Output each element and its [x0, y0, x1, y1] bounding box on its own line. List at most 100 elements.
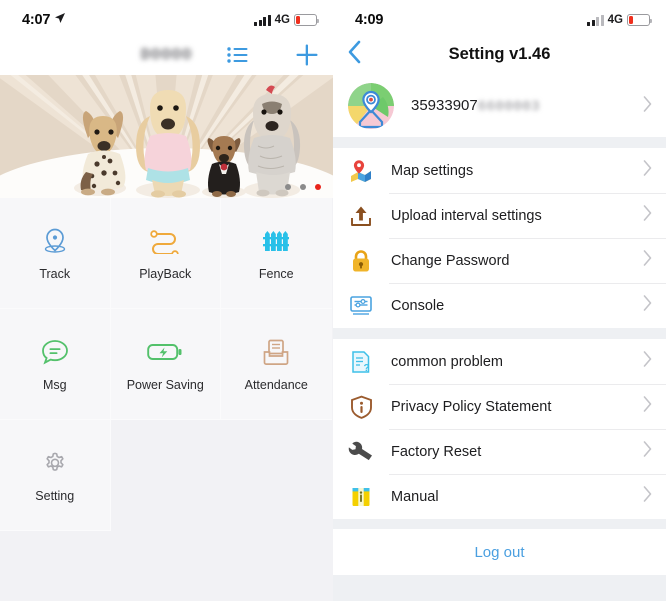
- settings-item-console[interactable]: Console: [333, 283, 666, 328]
- settings-item-label: Privacy Policy Statement: [391, 398, 552, 415]
- navbar-actions: [227, 43, 319, 67]
- status-bar-right-group: 4G: [254, 14, 320, 26]
- battery-low-icon: [627, 14, 653, 26]
- tile-fence[interactable]: Fence: [221, 198, 332, 309]
- settings-item-privacy-policy[interactable]: Privacy Policy Statement: [333, 384, 666, 429]
- settings-item-label: Change Password: [391, 252, 510, 269]
- device-id: 35933907 6600003: [411, 97, 643, 115]
- chat-bubble-icon: [40, 337, 70, 367]
- grid-empty-cell: [221, 420, 332, 531]
- status-bar-left-group: 4:07: [22, 11, 66, 29]
- app-map-pin-avatar: [348, 83, 394, 129]
- device-profile-row[interactable]: 35933907 6600003: [333, 75, 666, 137]
- tile-label: Setting: [35, 488, 75, 503]
- status-bar-right: 4:09 4G: [333, 0, 666, 34]
- status-time: 4:09: [355, 12, 384, 28]
- tile-label: PlayBack: [139, 266, 192, 281]
- feature-grid: Track PlayBack Fence Msg Power Saving At…: [0, 198, 333, 531]
- map-pin-settings-icon: [348, 158, 374, 184]
- carousel-dot-1[interactable]: [285, 184, 291, 190]
- tile-msg[interactable]: Msg: [0, 309, 111, 420]
- cellular-bars-icon: [254, 14, 271, 26]
- settings-item-common-problem[interactable]: ? common problem: [333, 339, 666, 384]
- chevron-right-icon: [643, 160, 652, 181]
- settings-group-2: ? common problem Privacy Policy Statemen…: [333, 339, 666, 519]
- gear-icon: [41, 448, 69, 478]
- manual-book-icon: [348, 484, 374, 510]
- status-bar-left: 4:07 4G: [0, 0, 333, 34]
- tile-track[interactable]: Track: [0, 198, 111, 309]
- settings-item-map-settings[interactable]: Map settings: [333, 148, 666, 193]
- upload-icon: [348, 203, 374, 229]
- device-id-redacted: 6600003: [477, 99, 541, 115]
- tile-attendance[interactable]: Attendance: [221, 309, 332, 420]
- status-bar-right-group: 4G: [587, 14, 653, 26]
- tile-label: Attendance: [244, 377, 308, 392]
- settings-item-change-password[interactable]: Change Password: [333, 238, 666, 283]
- cellular-bars-icon: [587, 14, 604, 26]
- tile-label: Track: [39, 266, 71, 281]
- settings-item-upload-interval[interactable]: Upload interval settings: [333, 193, 666, 238]
- document-tray-icon: [262, 337, 290, 367]
- fence-icon: [262, 226, 290, 256]
- faq-document-icon: ?: [348, 349, 374, 375]
- settings-screen: 4:09 4G Setting v1.46 35933907 6600003 M…: [333, 0, 666, 601]
- status-bar-left-group: 4:09: [355, 12, 383, 28]
- device-id-visible: 35933907: [411, 97, 478, 114]
- chevron-right-icon: [643, 486, 652, 507]
- settings-item-label: Console: [391, 297, 445, 314]
- profile-card: 35933907 6600003: [333, 75, 666, 137]
- chevron-right-icon: [643, 205, 652, 226]
- tile-label: Power Saving: [126, 377, 204, 392]
- chevron-right-icon: [643, 250, 652, 271]
- status-time: 4:07: [22, 12, 51, 28]
- chevron-right-icon: [643, 295, 652, 316]
- settings-item-label: common problem: [391, 353, 504, 370]
- battery-bolt-icon: [147, 337, 183, 367]
- map-pin-icon: [40, 226, 70, 256]
- svg-text:?: ?: [364, 363, 370, 374]
- plus-icon[interactable]: [295, 43, 319, 67]
- network-type-label: 4G: [274, 14, 290, 26]
- tile-label: Msg: [42, 377, 67, 392]
- settings-group-1: Map settings Upload interval settings Ch…: [333, 148, 666, 328]
- location-arrow-icon: [54, 11, 66, 29]
- tile-power-saving[interactable]: Power Saving: [110, 309, 221, 420]
- battery-low-icon: [294, 14, 320, 26]
- banner-dogs-photo: [74, 85, 301, 198]
- settings-item-factory-reset[interactable]: Factory Reset: [333, 429, 666, 474]
- log-out-button[interactable]: Log out: [333, 529, 666, 575]
- settings-item-label: Upload interval settings: [391, 207, 542, 224]
- chevron-right-icon: [643, 396, 652, 417]
- lock-icon: [348, 248, 374, 274]
- settings-list: 35933907 6600003 Map settings Upload int…: [333, 75, 666, 601]
- grid-empty-cell: [110, 420, 221, 531]
- network-type-label: 4G: [607, 14, 623, 26]
- page-title: Setting v1.46: [448, 45, 551, 63]
- settings-item-manual[interactable]: Manual: [333, 474, 666, 519]
- settings-navbar: Setting v1.46: [333, 34, 666, 75]
- carousel-dot-3-active[interactable]: [315, 184, 321, 190]
- tile-label: Fence: [258, 266, 294, 281]
- wrench-icon: [348, 439, 374, 465]
- promo-banner-carousel[interactable]: [0, 75, 333, 198]
- settings-item-label: Factory Reset: [391, 443, 482, 460]
- carousel-dots[interactable]: [285, 184, 321, 190]
- tile-setting[interactable]: Setting: [0, 420, 111, 531]
- home-navbar: DOOOO: [0, 34, 333, 75]
- shield-info-icon: [348, 394, 374, 420]
- console-monitor-icon: [348, 293, 374, 319]
- settings-item-label: Map settings: [391, 162, 474, 179]
- feature-grid-container: Track PlayBack Fence Msg Power Saving At…: [0, 198, 333, 601]
- bulleted-list-icon[interactable]: [227, 46, 249, 64]
- home-screen: 4:07 4G DOOOO Track PlayBack Fence Msg P…: [0, 0, 333, 601]
- dual-screenshot-container: 4:07 4G DOOOO Track PlayBack Fence Msg P…: [0, 0, 666, 601]
- tile-playback[interactable]: PlayBack: [110, 198, 221, 309]
- route-path-icon: [148, 226, 182, 256]
- carousel-dot-2[interactable]: [300, 184, 306, 190]
- chevron-right-icon: [643, 351, 652, 372]
- chevron-right-icon: [643, 441, 652, 462]
